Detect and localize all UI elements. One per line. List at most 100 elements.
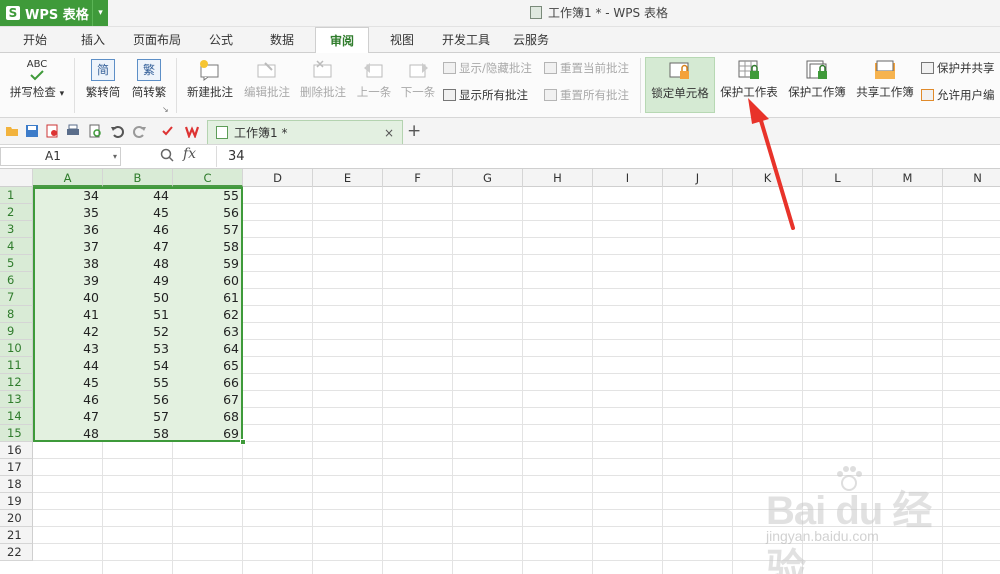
new-tab-button[interactable]: + (407, 121, 421, 141)
column-header[interactable]: M (873, 169, 943, 187)
cell-A7[interactable]: 40 (33, 289, 103, 306)
cell-C2[interactable]: 56 (173, 204, 243, 221)
protect-sheet-button[interactable]: 保护工作表 (716, 57, 782, 113)
trad-to-simp-button[interactable]: 简 繁转简 (82, 57, 124, 113)
cell-A6[interactable]: 39 (33, 272, 103, 289)
app-menu-button[interactable]: S WPS 表格 ▾ (0, 0, 108, 26)
row-header[interactable]: 18 (0, 476, 33, 493)
cell-A10[interactable]: 43 (33, 340, 103, 357)
cell-C12[interactable]: 66 (173, 374, 243, 391)
cell-A2[interactable]: 35 (33, 204, 103, 221)
export-pdf-icon[interactable] (45, 124, 59, 138)
row-header[interactable]: 16 (0, 442, 33, 459)
tab-data[interactable]: 数据 (266, 27, 298, 53)
cell-B6[interactable]: 49 (103, 272, 173, 289)
column-header[interactable]: L (803, 169, 873, 187)
cell-C4[interactable]: 58 (173, 238, 243, 255)
spell-check-dropdown-icon[interactable]: ▾ (60, 89, 65, 99)
customize-icon[interactable] (160, 124, 174, 138)
reset-all-comments-button[interactable]: 重置所有批注 (544, 86, 629, 104)
cell-C9[interactable]: 63 (173, 323, 243, 340)
chevron-down-icon[interactable]: ▾ (113, 148, 117, 165)
row-header[interactable]: 4 (0, 238, 33, 255)
row-header[interactable]: 7 (0, 289, 33, 306)
cell-A11[interactable]: 44 (33, 357, 103, 374)
cell-B10[interactable]: 53 (103, 340, 173, 357)
cell-B8[interactable]: 51 (103, 306, 173, 323)
row-header[interactable]: 19 (0, 493, 33, 510)
row-header[interactable]: 20 (0, 510, 33, 527)
cell-C7[interactable]: 61 (173, 289, 243, 306)
cell-A5[interactable]: 38 (33, 255, 103, 272)
tab-home[interactable]: 开始 (18, 27, 52, 53)
save-icon[interactable] (25, 124, 39, 138)
cell-B7[interactable]: 50 (103, 289, 173, 306)
row-header[interactable]: 1 (0, 187, 33, 204)
undo-icon[interactable] (110, 124, 124, 138)
column-header[interactable]: A (33, 169, 103, 187)
row-header[interactable]: 13 (0, 391, 33, 408)
redo-icon[interactable] (133, 124, 147, 138)
cell-B12[interactable]: 55 (103, 374, 173, 391)
row-header[interactable]: 9 (0, 323, 33, 340)
column-header[interactable]: B (103, 169, 173, 187)
document-tab[interactable]: 工作簿1 * × (207, 120, 403, 144)
cell-C8[interactable]: 62 (173, 306, 243, 323)
row-header[interactable]: 21 (0, 527, 33, 544)
cell-B9[interactable]: 52 (103, 323, 173, 340)
cell-C10[interactable]: 64 (173, 340, 243, 357)
zoom-icon[interactable] (160, 148, 174, 162)
cell-A9[interactable]: 42 (33, 323, 103, 340)
cell-A3[interactable]: 36 (33, 221, 103, 238)
cell-B2[interactable]: 45 (103, 204, 173, 221)
show-hide-comment-button[interactable]: 显示/隐藏批注 (443, 59, 532, 77)
column-header[interactable]: F (383, 169, 453, 187)
share-workbook-button[interactable]: 共享工作簿 (853, 57, 917, 113)
cell-B15[interactable]: 58 (103, 425, 173, 442)
column-header[interactable]: G (453, 169, 523, 187)
cell-B11[interactable]: 54 (103, 357, 173, 374)
row-header[interactable]: 15 (0, 425, 33, 442)
column-header[interactable]: N (943, 169, 1000, 187)
row-header[interactable]: 6 (0, 272, 33, 289)
edit-comment-button[interactable]: 编辑批注 (241, 57, 293, 113)
tab-cloud-service[interactable]: 云服务 (510, 27, 552, 53)
next-comment-button[interactable]: 下一条 (398, 57, 438, 113)
cell-C13[interactable]: 67 (173, 391, 243, 408)
cell-C14[interactable]: 68 (173, 408, 243, 425)
row-header[interactable]: 3 (0, 221, 33, 238)
column-header[interactable]: I (593, 169, 663, 187)
chevron-down-icon[interactable]: ▾ (92, 0, 108, 26)
cell-A15[interactable]: 48 (33, 425, 103, 442)
print-icon[interactable] (66, 124, 80, 138)
cell-C11[interactable]: 65 (173, 357, 243, 374)
column-header[interactable]: H (523, 169, 593, 187)
group-launcher-icon[interactable]: ↘ (162, 105, 169, 114)
cell-B4[interactable]: 47 (103, 238, 173, 255)
cell-A4[interactable]: 37 (33, 238, 103, 255)
protect-and-share-button[interactable]: 保护并共享 (921, 59, 995, 77)
cell-C5[interactable]: 59 (173, 255, 243, 272)
cell-B14[interactable]: 57 (103, 408, 173, 425)
row-header[interactable]: 2 (0, 204, 33, 221)
row-header[interactable]: 11 (0, 357, 33, 374)
tab-insert[interactable]: 插入 (76, 27, 110, 53)
row-header[interactable]: 22 (0, 544, 33, 561)
protect-workbook-button[interactable]: 保护工作簿 (785, 57, 849, 113)
tab-formulas[interactable]: 公式 (205, 27, 237, 53)
insert-function-button[interactable]: fx (183, 146, 196, 162)
cell-B13[interactable]: 56 (103, 391, 173, 408)
lock-cell-button[interactable]: 锁定单元格 (645, 57, 715, 113)
close-icon[interactable]: × (382, 126, 396, 140)
cell-C3[interactable]: 57 (173, 221, 243, 238)
new-comment-button[interactable]: 新建批注 (184, 57, 236, 113)
column-header[interactable]: J (663, 169, 733, 187)
row-header[interactable]: 8 (0, 306, 33, 323)
cell-A14[interactable]: 47 (33, 408, 103, 425)
column-header[interactable]: E (313, 169, 383, 187)
row-header[interactable]: 10 (0, 340, 33, 357)
reset-current-comment-button[interactable]: 重置当前批注 (544, 59, 629, 77)
allow-user-edit-button[interactable]: 允许用户编 (921, 86, 995, 104)
row-header[interactable]: 14 (0, 408, 33, 425)
delete-comment-button[interactable]: 删除批注 (297, 57, 349, 113)
